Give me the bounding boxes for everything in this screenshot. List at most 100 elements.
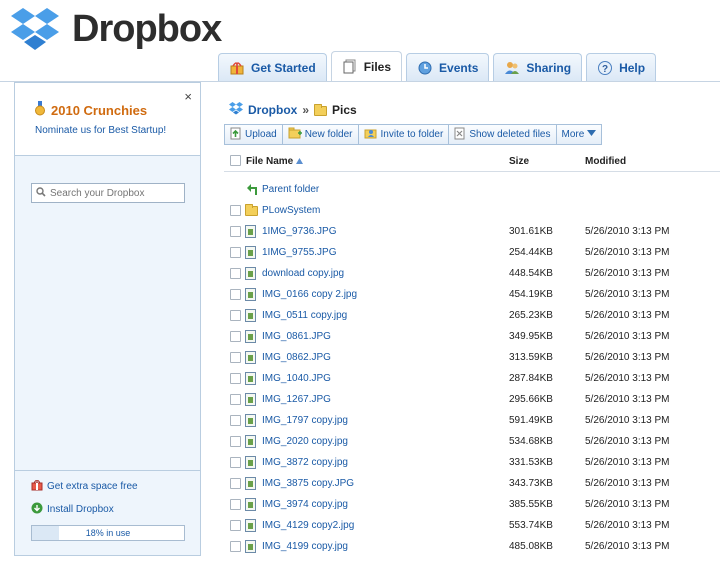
row-checkbox[interactable] [230,373,241,384]
row-checkbox[interactable] [230,247,241,258]
dropbox-logo[interactable]: Dropbox [10,4,222,54]
column-header-name[interactable]: File Name [246,156,304,167]
breadcrumb-root[interactable]: Dropbox [248,103,297,117]
tab-files-label: Files [363,59,392,74]
file-name-link[interactable]: IMG_4129 copy2.jpg [262,520,354,531]
row-checkbox[interactable] [230,352,241,363]
select-all-checkbox[interactable] [230,155,241,166]
table-row[interactable]: IMG_3875 copy.JPG 343.73KB 5/26/2010 3:13 … [224,474,720,495]
file-modified: 5/26/2010 3:13 PM [585,331,670,342]
table-row[interactable]: download copy.jpg 448.54KB 5/26/2010 3:13 … [224,264,720,285]
file-name-link[interactable]: IMG_3875 copy.JPG [262,478,354,489]
chevron-down-icon [587,129,597,140]
file-name-link[interactable]: IMG_2020 copy.jpg [262,436,348,447]
file-name-link[interactable]: IMG_3872 copy.jpg [262,457,348,468]
row-checkbox[interactable] [230,457,241,468]
search-box[interactable] [31,183,185,203]
row-checkbox[interactable] [230,415,241,426]
table-row[interactable]: PLowSystem [224,201,720,222]
tab-files[interactable]: Files [330,51,403,81]
file-size: 313.59KB [509,352,553,363]
row-checkbox[interactable] [230,436,241,447]
sidebar: 2010 Crunchies Nominate us for Best Star… [14,82,201,556]
column-header-modified[interactable]: Modified [585,156,626,167]
tab-sharing[interactable]: Sharing [493,53,583,81]
tab-events[interactable]: Events [406,53,490,81]
folder-icon [245,204,258,217]
file-name-link[interactable]: IMG_0862.JPG [262,352,331,363]
row-checkbox[interactable] [230,331,241,342]
file-size: 349.95KB [509,331,553,342]
parent-folder-row[interactable]: Parent folder [224,180,720,201]
get-extra-space-link[interactable]: Get extra space free [31,479,200,494]
file-modified: 5/26/2010 3:13 PM [585,289,670,300]
more-button[interactable]: More [557,125,602,144]
row-checkbox[interactable] [230,310,241,321]
column-header-size[interactable]: Size [509,156,529,167]
image-file-icon [245,477,257,490]
row-checkbox[interactable] [230,520,241,531]
file-name-link[interactable]: IMG_0166 copy 2.jpg [262,289,357,300]
file-size: 385.55KB [509,499,553,510]
file-name-link[interactable]: PLowSystem [262,205,320,216]
file-name-link[interactable]: IMG_1797 copy.jpg [262,415,348,426]
invite-to-folder-button[interactable]: Invite to folder [359,125,450,144]
main-tabs: Get Started Files Events Sharing ? Help [218,51,657,81]
row-checkbox[interactable] [230,226,241,237]
table-row[interactable]: IMG_2020 copy.jpg 534.68KB 5/26/2010 3:13 … [224,432,720,453]
image-file-icon [245,267,257,280]
table-row[interactable]: 1IMG_9755.JPG 254.44KB 5/26/2010 3:13 PM [224,243,720,264]
table-row[interactable]: IMG_4199 copy.jpg 485.08KB 5/26/2010 3:13 … [224,537,720,558]
promo-title-text: 2010 Crunchies [51,102,148,118]
table-row[interactable]: IMG_0511 copy.jpg 265.23KB 5/26/2010 3:13 … [224,306,720,327]
table-row[interactable]: IMG_4129 copy2.jpg 553.74KB 5/26/2010 3:13… [224,516,720,537]
table-row[interactable]: IMG_0166 copy 2.jpg 454.19KB 5/26/2010 3:1… [224,285,720,306]
promo-title[interactable]: 2010 Crunchies [35,101,200,119]
medal-icon [35,101,45,119]
parent-folder-link[interactable]: Parent folder [262,184,319,195]
file-name-link[interactable]: IMG_0861.JPG [262,331,331,342]
row-checkbox[interactable] [230,478,241,489]
events-icon [417,60,433,76]
file-name-link[interactable]: IMG_1267.JPG [262,394,331,405]
table-row[interactable]: 1IMG_9736.JPG 301.61KB 5/26/2010 3:13 PM [224,222,720,243]
file-name-link[interactable]: IMG_1040.JPG [262,373,331,384]
image-file-icon [245,540,257,553]
show-deleted-files-button[interactable]: Show deleted files [449,125,557,144]
file-name-link[interactable]: IMG_4199 copy.jpg [262,541,348,552]
file-name-link[interactable]: IMG_3974 copy.jpg [262,499,348,510]
close-icon[interactable]: × [184,89,192,104]
table-row[interactable]: IMG_1040.JPG 287.84KB 5/26/2010 3:13 PM [224,369,720,390]
install-dropbox-link[interactable]: Install Dropbox [31,502,200,517]
row-checkbox[interactable] [230,499,241,510]
table-row[interactable]: IMG_1267.JPG 295.66KB 5/26/2010 3:13 PM [224,390,720,411]
new-folder-button[interactable]: New folder [283,125,359,144]
table-row[interactable]: IMG_3974 copy.jpg 385.55KB 5/26/2010 3:13 … [224,495,720,516]
row-checkbox[interactable] [230,205,241,216]
files-icon [342,59,358,75]
upload-button[interactable]: Upload [225,125,283,144]
file-name-link[interactable]: IMG_0511 copy.jpg [262,310,347,321]
row-checkbox[interactable] [230,394,241,405]
tab-help[interactable]: ? Help [586,53,657,81]
image-file-icon [245,435,257,448]
image-file-icon [245,372,257,385]
file-name-link[interactable]: 1IMG_9736.JPG [262,226,336,237]
table-row[interactable]: IMG_1797 copy.jpg 591.49KB 5/26/2010 3:13 … [224,411,720,432]
file-name-link[interactable]: 1IMG_9755.JPG [262,247,336,258]
invite-folder-icon [364,127,378,142]
table-row[interactable]: IMG_3872 copy.jpg 331.53KB 5/26/2010 3:13 … [224,453,720,474]
sidebar-footer: Get extra space free Install Dropbox 18%… [15,470,200,555]
table-row[interactable]: IMG_0862.JPG 313.59KB 5/26/2010 3:13 PM [224,348,720,369]
row-checkbox[interactable] [230,268,241,279]
parent-folder-icon [246,183,258,196]
search-input[interactable] [50,187,180,199]
row-checkbox[interactable] [230,289,241,300]
tab-get-started[interactable]: Get Started [218,53,327,81]
table-row[interactable]: IMG_0861.JPG 349.95KB 5/26/2010 3:13 PM [224,327,720,348]
file-modified: 5/26/2010 3:13 PM [585,499,670,510]
promo-subtitle[interactable]: Nominate us for Best Startup! [35,125,200,136]
gift-box-icon [229,60,245,76]
file-name-link[interactable]: download copy.jpg [262,268,344,279]
row-checkbox[interactable] [230,541,241,552]
